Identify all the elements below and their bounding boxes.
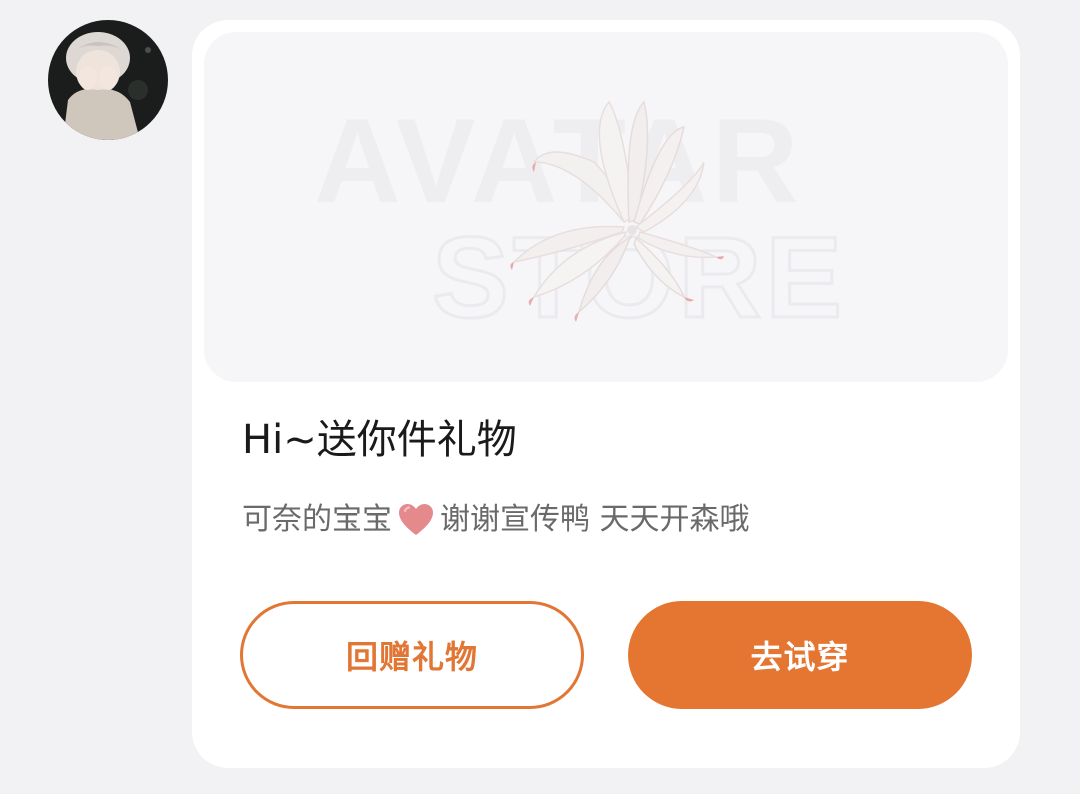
banner-illustration: AVATAR STORE bbox=[314, 94, 844, 344]
gift-title: Hi~送你件礼物 bbox=[242, 417, 517, 463]
try-on-button[interactable]: 去试穿 bbox=[628, 601, 972, 709]
return-gift-button[interactable]: 回赠礼物 bbox=[240, 601, 584, 709]
heart-icon bbox=[396, 500, 436, 540]
gift-message-text-end: 谢谢宣传鸭 天天开森哦 bbox=[440, 502, 750, 537]
gift-message-text-start: 可奈的宝宝 bbox=[242, 502, 392, 537]
gift-card: AVATAR STORE Hi~送你件礼物 可奈的宝宝 谢谢宣传鸭 天天开森哦 … bbox=[192, 20, 1020, 768]
gift-banner: AVATAR STORE bbox=[204, 32, 1008, 382]
user-avatar[interactable] bbox=[48, 20, 168, 140]
avatar-photo-icon bbox=[48, 20, 168, 140]
gift-message: 可奈的宝宝 谢谢宣传鸭 天天开森哦 bbox=[242, 496, 750, 544]
